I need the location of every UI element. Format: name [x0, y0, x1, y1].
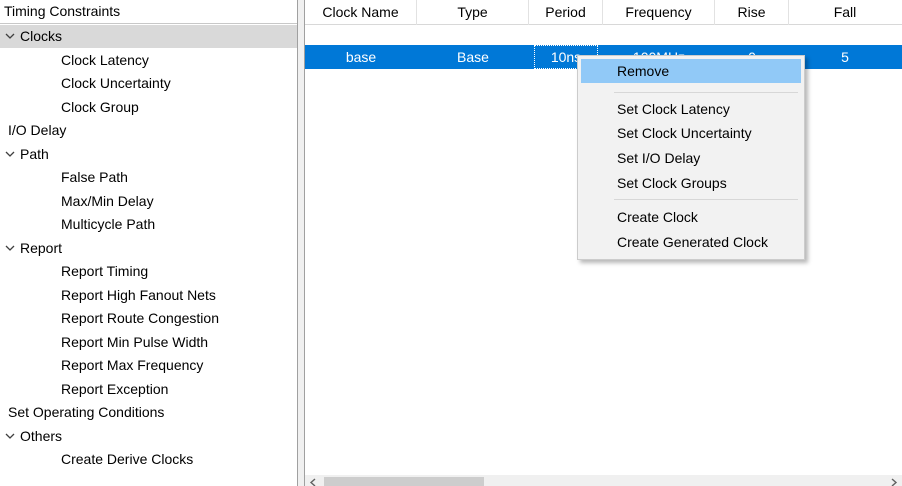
- column-header-rise[interactable]: Rise: [715, 0, 789, 25]
- tree-item-label: Report Exception: [61, 380, 169, 397]
- scroll-right-arrow-icon[interactable]: [885, 475, 902, 486]
- tree-item-label: Create Derive Clocks: [61, 451, 194, 467]
- cell-fall[interactable]: 5: [789, 45, 901, 69]
- tree-item-report-max-frequency[interactable]: Report Max Frequency: [0, 354, 297, 377]
- menu-item-set-io-delay[interactable]: Set I/O Delay: [581, 146, 801, 170]
- tree-item-label: Report Min Pulse Width: [61, 333, 209, 350]
- tree-item-label: Report High Fanout Nets: [61, 286, 216, 303]
- menu-separator: [614, 92, 798, 93]
- tree-item-i-o-delay[interactable]: I/O Delay: [0, 119, 297, 142]
- chevron-down-icon[interactable]: [5, 25, 17, 48]
- chevron-down-icon[interactable]: [5, 425, 17, 448]
- tree-item-report-min-pulse-width[interactable]: Report Min Pulse Width: [0, 331, 297, 354]
- cell-type[interactable]: Base: [417, 45, 529, 69]
- tree-item-label: Report Route Congestion: [61, 310, 219, 326]
- menu-item-set-clock-latency[interactable]: Set Clock Latency: [581, 97, 801, 121]
- tree-item-others[interactable]: Others: [0, 425, 297, 448]
- tree-item-label: Path: [20, 145, 49, 162]
- constraints-tree[interactable]: Timing Constraints Clocks Clock Latency Cl…: [0, 0, 298, 486]
- tree-item-label: Multicycle Path: [61, 216, 156, 232]
- tree-item-label: Set Operating Conditions: [8, 404, 165, 420]
- tree-item-label: Report Max Frequency: [61, 357, 204, 373]
- menu-item-set-clock-uncertainty[interactable]: Set Clock Uncertainty: [581, 121, 801, 145]
- tree-item-clock-latency[interactable]: Clock Latency: [0, 49, 297, 72]
- tree-item-label: Clocks: [20, 28, 63, 44]
- tree-item-clock-uncertainty[interactable]: Clock Uncertainty: [0, 72, 297, 95]
- table-header: Clock Name Type Period Frequency Rise Fa…: [305, 0, 902, 25]
- menu-item-remove[interactable]: Remove: [581, 59, 801, 83]
- tree-item-path[interactable]: Path: [0, 143, 297, 166]
- scrollbar-thumb[interactable]: [324, 477, 484, 486]
- tree-item-max-min-delay[interactable]: Max/Min Delay: [0, 190, 297, 213]
- tree-item-label: Others: [20, 427, 63, 444]
- menu-item-create-generated-clock[interactable]: Create Generated Clock: [581, 230, 801, 254]
- tree-item-label: Clock Group: [61, 98, 139, 115]
- tree-item-false-path[interactable]: False Path: [0, 166, 297, 189]
- context-menu: Remove Set Clock Latency Set Clock Uncer…: [577, 55, 805, 260]
- tree-item-report-timing[interactable]: Report Timing: [0, 260, 297, 283]
- tree-item-clock-group[interactable]: Clock Group: [0, 96, 297, 119]
- tree-item-report-route-congestion[interactable]: Report Route Congestion: [0, 307, 297, 330]
- column-header-type[interactable]: Type: [417, 0, 529, 25]
- column-header-clock-name[interactable]: Clock Name: [305, 0, 417, 25]
- tree-item-label: Report Timing: [61, 263, 149, 279]
- pane-splitter[interactable]: [298, 0, 305, 486]
- tree-item-label: Clock Uncertainty: [61, 75, 171, 91]
- tree-item-label: Report: [20, 239, 63, 256]
- cell-clock-name[interactable]: base: [305, 45, 417, 69]
- tree-item-create-derive-clocks[interactable]: Create Derive Clocks: [0, 448, 297, 471]
- horizontal-scrollbar[interactable]: [305, 475, 902, 486]
- tree-item-multicycle-path[interactable]: Multicycle Path: [0, 213, 297, 236]
- chevron-down-icon[interactable]: [5, 143, 17, 166]
- tree-item-report-exception[interactable]: Report Exception: [0, 378, 297, 401]
- chevron-down-icon[interactable]: [5, 237, 17, 260]
- menu-item-set-clock-groups[interactable]: Set Clock Groups: [581, 171, 801, 195]
- tree-item-clocks[interactable]: Clocks: [0, 25, 297, 48]
- tree-item-report[interactable]: Report: [0, 237, 297, 260]
- tree-item-report-high-fanout-nets[interactable]: Report High Fanout Nets: [0, 284, 297, 307]
- tree-item-label: False Path: [61, 169, 128, 185]
- tree-item-label: Max/Min Delay: [61, 192, 154, 209]
- column-header-frequency[interactable]: Frequency: [603, 0, 715, 25]
- tree-item-label: Clock Latency: [61, 51, 149, 68]
- tree-item-label: I/O Delay: [8, 122, 67, 138]
- menu-item-create-clock[interactable]: Create Clock: [581, 205, 801, 229]
- column-header-period[interactable]: Period: [529, 0, 603, 25]
- tree-item-set-operating-conditions[interactable]: Set Operating Conditions: [0, 401, 297, 424]
- menu-separator: [614, 199, 798, 200]
- tree-header: Timing Constraints: [0, 0, 297, 24]
- column-header-fall[interactable]: Fall: [789, 0, 901, 25]
- scroll-left-arrow-icon[interactable]: [305, 475, 322, 486]
